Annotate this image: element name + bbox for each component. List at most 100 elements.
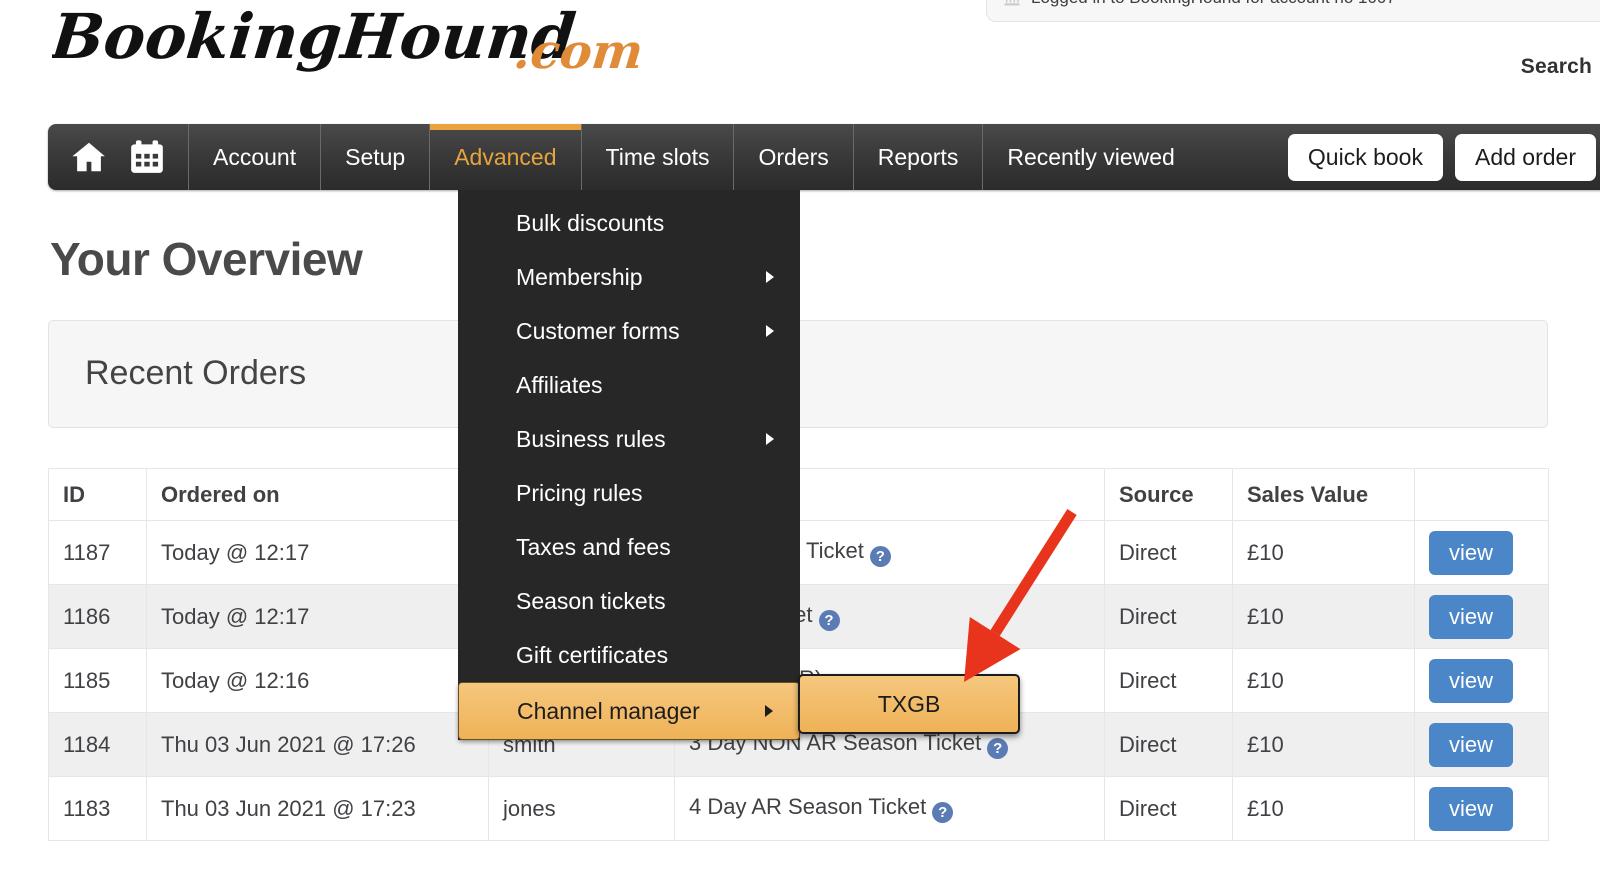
menu-item-channel-manager[interactable]: Channel manager: [458, 682, 800, 740]
nav-item-label: Account: [213, 143, 297, 170]
cell-source: Direct: [1104, 776, 1233, 841]
cell-source: Direct: [1104, 520, 1233, 585]
menu-item-label: Gift certificates: [516, 641, 669, 668]
help-icon[interactable]: ?: [987, 738, 1009, 759]
add-order-button[interactable]: Add order: [1454, 133, 1596, 181]
help-icon[interactable]: ?: [932, 802, 954, 823]
view-button[interactable]: view: [1429, 530, 1514, 575]
chevron-right-icon: [765, 705, 773, 717]
cell-sales-value: £10: [1232, 648, 1415, 713]
view-button[interactable]: view: [1429, 594, 1514, 639]
cell-actions: view: [1414, 584, 1549, 649]
menu-item-label: Pricing rules: [516, 479, 643, 506]
menu-item-label: Customer forms: [516, 317, 680, 344]
view-button[interactable]: view: [1429, 786, 1514, 831]
chevron-right-icon: [766, 271, 774, 283]
cell-actions: view: [1414, 648, 1549, 713]
col-header-actions: [1414, 468, 1549, 521]
main-navbar: Account Setup Advanced Time slots Orders…: [48, 124, 1600, 190]
cell-sales-value: £10: [1232, 712, 1415, 777]
cell-actions: view: [1414, 776, 1549, 841]
cell-id: 1187: [48, 520, 147, 585]
cell-actions: view: [1414, 712, 1549, 777]
submenu-item-txgb[interactable]: TXGB: [800, 676, 1018, 732]
menu-item-season-tickets[interactable]: Season tickets: [458, 574, 800, 628]
menu-item-label: Channel manager: [517, 697, 700, 724]
menu-item-gift-certificates[interactable]: Gift certificates: [458, 628, 800, 682]
cell-ordered-on: Thu 03 Jun 2021 @ 17:26: [146, 712, 489, 777]
svg-text:.com: .com: [511, 24, 646, 80]
home-icon[interactable]: [68, 138, 110, 176]
menu-item-label: Affiliates: [516, 371, 603, 398]
calendar-icon[interactable]: [128, 138, 166, 176]
cell-name: jones: [488, 776, 675, 841]
cell-ordered-on: Thu 03 Jun 2021 @ 17:23: [146, 776, 489, 841]
nav-item-account[interactable]: Account: [189, 124, 322, 190]
logged-in-banner: Logged in to BookingHound for account no…: [986, 0, 1600, 22]
cell-id: 1183: [48, 776, 147, 841]
table-row: 1183 Thu 03 Jun 2021 @ 17:23 jones 4 Day AR…: [48, 776, 1549, 841]
app-root: Logged in to BookingHound for account no…: [0, 0, 1600, 873]
svg-text:BookingHound: BookingHound: [52, 0, 579, 73]
nav-item-setup[interactable]: Setup: [321, 124, 431, 190]
search-label[interactable]: Search: [1521, 55, 1592, 79]
navbar-icon-group: [48, 124, 189, 190]
menu-item-bulk-discounts[interactable]: Bulk discounts: [458, 196, 800, 250]
nav-item-advanced[interactable]: Advanced: [430, 124, 582, 190]
view-button[interactable]: view: [1429, 722, 1514, 767]
nav-item-label: Recently viewed: [1007, 143, 1175, 170]
menu-item-membership[interactable]: Membership: [458, 250, 800, 304]
navbar-spacer: [1199, 124, 1288, 190]
logo-wordmark: BookingHound .com: [52, 0, 646, 80]
cell-sales-value: £10: [1232, 776, 1415, 841]
cell-actions: view: [1414, 520, 1549, 585]
col-header-id: ID: [48, 468, 147, 521]
nav-item-label: Orders: [758, 143, 829, 170]
nav-item-label: Time slots: [605, 143, 710, 170]
cell-id: 1185: [48, 648, 147, 713]
logged-in-text: Logged in to BookingHound for account no…: [1031, 0, 1396, 8]
nav-item-label: Setup: [345, 143, 406, 170]
chevron-right-icon: [766, 433, 774, 445]
cell-source: Direct: [1104, 712, 1233, 777]
cell-source: Direct: [1104, 584, 1233, 649]
menu-item-customer-forms[interactable]: Customer forms: [458, 304, 800, 358]
quick-book-button[interactable]: Quick book: [1287, 133, 1443, 181]
site-logo[interactable]: BookingHound .com: [52, 0, 752, 96]
menu-item-label: Business rules: [516, 425, 666, 452]
nav-item-time-slots[interactable]: Time slots: [582, 124, 735, 190]
cell-id: 1184: [48, 712, 147, 777]
cell-ordered-on: Today @ 12:17: [146, 520, 489, 585]
nav-item-recently-viewed[interactable]: Recently viewed: [983, 124, 1198, 190]
cell-sales-value: £10: [1232, 584, 1415, 649]
nav-item-reports[interactable]: Reports: [854, 124, 984, 190]
menu-item-pricing-rules[interactable]: Pricing rules: [458, 466, 800, 520]
menu-item-business-rules[interactable]: Business rules: [458, 412, 800, 466]
nav-item-label: Reports: [877, 143, 959, 170]
cell-source: Direct: [1104, 648, 1233, 713]
advanced-dropdown-menu: Bulk discounts Membership Customer forms…: [458, 190, 800, 740]
col-header-source: Source: [1104, 468, 1233, 521]
menu-item-label: Season tickets: [516, 587, 666, 614]
cell-ordered-on: Today @ 12:17: [146, 584, 489, 649]
cell-id: 1186: [48, 584, 147, 649]
view-button[interactable]: view: [1429, 658, 1514, 703]
chevron-right-icon: [766, 325, 774, 337]
recent-orders-heading: Recent Orders: [85, 354, 307, 392]
help-icon[interactable]: ?: [869, 546, 891, 567]
cell-product: 4 Day AR Season Ticket?: [674, 776, 1105, 841]
menu-item-taxes-and-fees[interactable]: Taxes and fees: [458, 520, 800, 574]
channel-manager-submenu: TXGB: [798, 674, 1020, 734]
menu-item-label: Taxes and fees: [516, 533, 671, 560]
help-icon[interactable]: ?: [818, 610, 840, 631]
col-header-sales-value: Sales Value: [1232, 468, 1415, 521]
bank-icon: [1004, 0, 1020, 6]
nav-item-label: Advanced: [454, 143, 557, 170]
menu-item-label: Membership: [516, 263, 643, 290]
product-name: 4 Day AR Season Ticket: [689, 794, 927, 819]
col-header-ordered-on: Ordered on: [146, 468, 489, 521]
page-title: Your Overview: [50, 233, 363, 285]
nav-item-orders[interactable]: Orders: [734, 124, 854, 190]
menu-item-affiliates[interactable]: Affiliates: [458, 358, 800, 412]
cell-sales-value: £10: [1232, 520, 1415, 585]
